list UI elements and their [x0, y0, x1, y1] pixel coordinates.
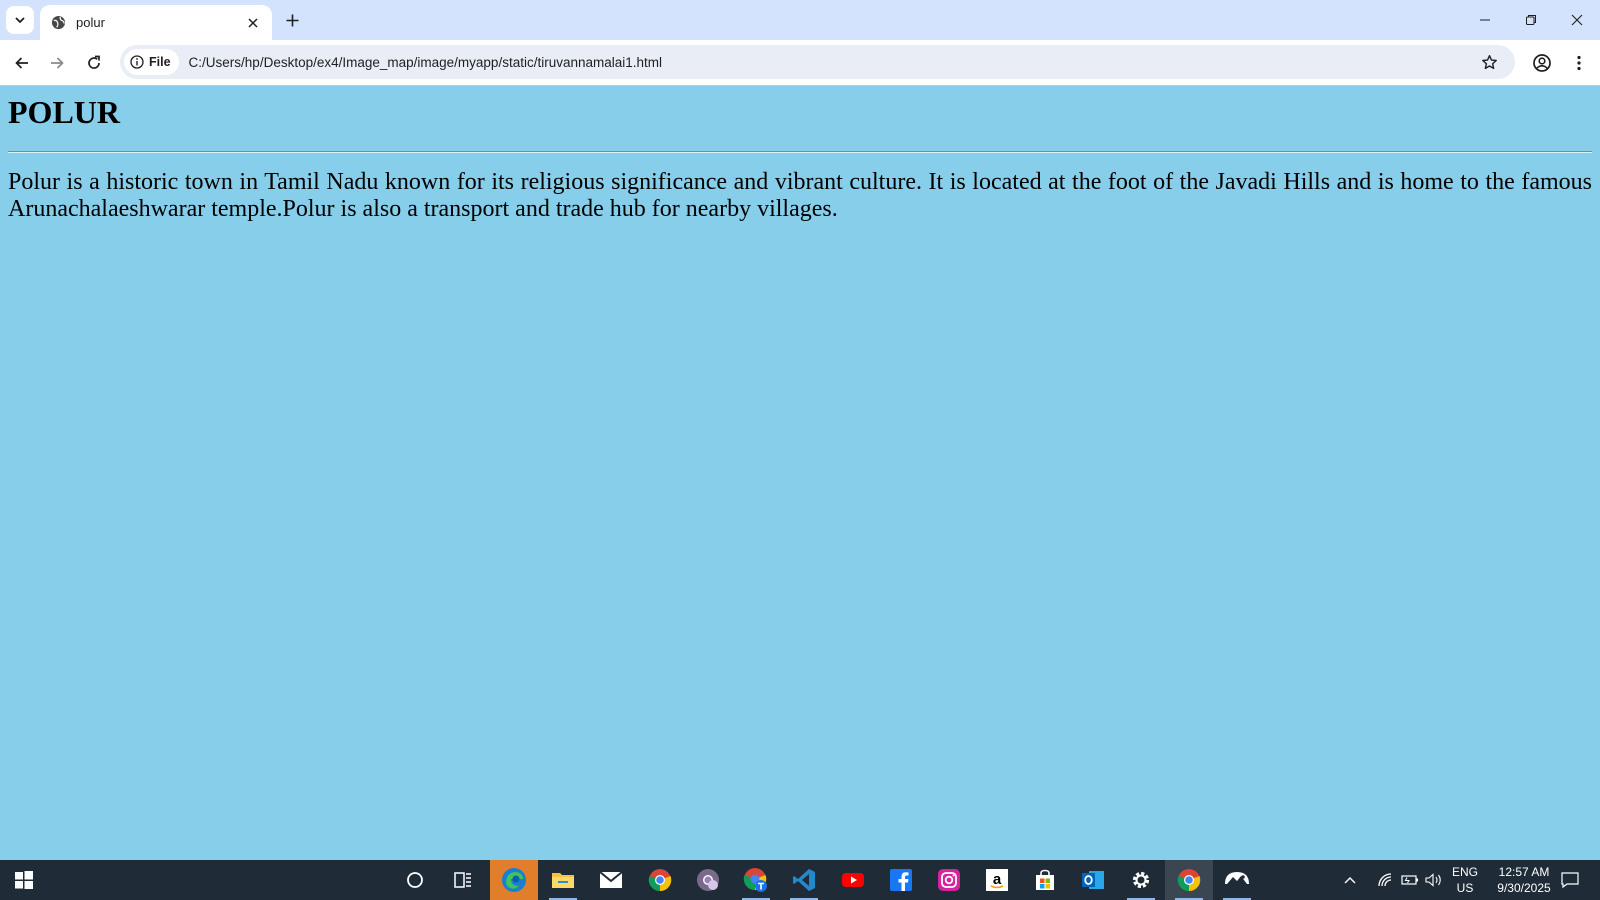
store-icon	[1036, 869, 1054, 890]
page-paragraph: Polur is a historic town in Tamil Nadu k…	[8, 169, 1592, 223]
taskbar-outlook[interactable]	[1069, 860, 1117, 900]
more-vertical-icon	[1577, 55, 1581, 71]
windows-taskbar: a ENG US 12:57 AM 9/30/2025	[0, 860, 1600, 900]
chrome-icon	[648, 869, 672, 892]
youtube-icon	[842, 873, 864, 887]
arrow-right-icon	[51, 57, 64, 69]
taskbar-settings[interactable]	[1117, 860, 1165, 900]
chrome-profile-t-icon	[743, 868, 767, 892]
close-tab-icon[interactable]	[244, 14, 262, 32]
taskbar-amazon[interactable]: a	[973, 860, 1021, 900]
reload-button[interactable]	[80, 49, 108, 77]
globe-icon	[50, 15, 66, 31]
reload-icon	[88, 55, 100, 69]
tray-volume[interactable]	[1422, 860, 1446, 900]
file-explorer-icon	[552, 873, 574, 888]
wifi-icon	[1378, 873, 1392, 887]
notification-center-button[interactable]	[1552, 860, 1588, 900]
language-indicator[interactable]: ENG US	[1450, 864, 1480, 896]
start-icon	[15, 871, 33, 889]
horizontal-rule	[8, 151, 1592, 154]
address-bar[interactable]: File C:/Users/hp/Desktop/ex4/Image_map/i…	[120, 45, 1515, 79]
taskbar-file-explorer[interactable]	[539, 860, 587, 900]
taskbar-facebook[interactable]	[877, 860, 925, 900]
restore-button[interactable]	[1508, 0, 1554, 40]
bookmark-button[interactable]	[1475, 48, 1503, 76]
minimize-icon	[1480, 19, 1490, 21]
page-heading: POLUR	[8, 94, 120, 130]
task-view-button[interactable]	[439, 860, 487, 900]
taskbar-mail[interactable]	[587, 860, 635, 900]
new-tab-button[interactable]	[281, 9, 303, 31]
instagram-icon	[938, 869, 960, 891]
settings-icon	[1132, 871, 1150, 889]
facebook-icon	[890, 869, 912, 891]
taskbar-store[interactable]	[1021, 860, 1069, 900]
browser-toolbar: File C:/Users/hp/Desktop/ex4/Image_map/i…	[0, 40, 1600, 86]
taskbar-vscode[interactable]	[780, 860, 828, 900]
chrome-active-icon	[1177, 869, 1201, 892]
start-button[interactable]	[0, 860, 48, 900]
tab-title: polur	[76, 15, 105, 30]
profile-icon	[1533, 54, 1551, 72]
tray-overflow-button[interactable]	[1338, 860, 1362, 900]
profile-button[interactable]	[1528, 49, 1556, 77]
taskbar-instagram[interactable]	[925, 860, 973, 900]
outlook-icon	[1082, 871, 1104, 889]
photos-icon	[1225, 872, 1249, 884]
taskbar-youtube[interactable]	[829, 860, 877, 900]
back-button[interactable]	[8, 49, 36, 77]
tray-battery[interactable]	[1398, 860, 1422, 900]
taskbar-chrome-profile[interactable]	[684, 860, 732, 900]
arrow-left-icon	[15, 57, 28, 69]
tab-search-button[interactable]	[6, 6, 34, 34]
browser-titlebar: polur	[0, 0, 1600, 40]
chevron-up-icon	[1344, 877, 1356, 884]
task-view-icon	[454, 872, 471, 888]
taskbar-edge[interactable]	[490, 860, 538, 900]
mail-icon	[599, 871, 623, 888]
search-icon	[407, 872, 423, 888]
region-code: US	[1456, 881, 1474, 895]
page-content: POLUR Polur is a historic town in Tamil …	[0, 86, 1600, 860]
restore-icon	[1526, 15, 1536, 25]
info-icon	[130, 55, 144, 69]
speaker-icon	[1425, 873, 1441, 887]
minimize-button[interactable]	[1462, 0, 1508, 40]
taskbar-chrome-active[interactable]	[1165, 860, 1213, 900]
chrome-profile-icon	[697, 869, 719, 891]
language-code: ENG	[1451, 865, 1478, 879]
taskbar-photos[interactable]	[1213, 860, 1261, 900]
edge-icon	[502, 868, 526, 892]
chevron-down-icon	[15, 17, 25, 24]
menu-button[interactable]	[1565, 49, 1593, 77]
close-icon	[1571, 14, 1583, 26]
site-chip-label: File	[149, 55, 171, 69]
battery-icon	[1401, 875, 1418, 885]
taskbar-chrome[interactable]	[636, 860, 684, 900]
vscode-icon	[793, 869, 815, 891]
browser-tab[interactable]: polur	[40, 5, 272, 40]
amazon-icon: a	[986, 869, 1008, 891]
taskbar-chrome-profile-t[interactable]	[732, 860, 780, 900]
close-window-button[interactable]	[1554, 0, 1600, 40]
plus-icon	[286, 14, 298, 26]
svg-text:a: a	[993, 871, 1002, 888]
site-info-chip[interactable]: File	[124, 49, 179, 75]
tray-network[interactable]	[1374, 860, 1398, 900]
url-text[interactable]: C:/Users/hp/Desktop/ex4/Image_map/image/…	[189, 55, 1475, 70]
star-icon	[1481, 54, 1497, 69]
taskbar-search[interactable]	[391, 860, 439, 900]
notification-icon	[1561, 872, 1579, 888]
forward-button[interactable]	[43, 49, 71, 77]
